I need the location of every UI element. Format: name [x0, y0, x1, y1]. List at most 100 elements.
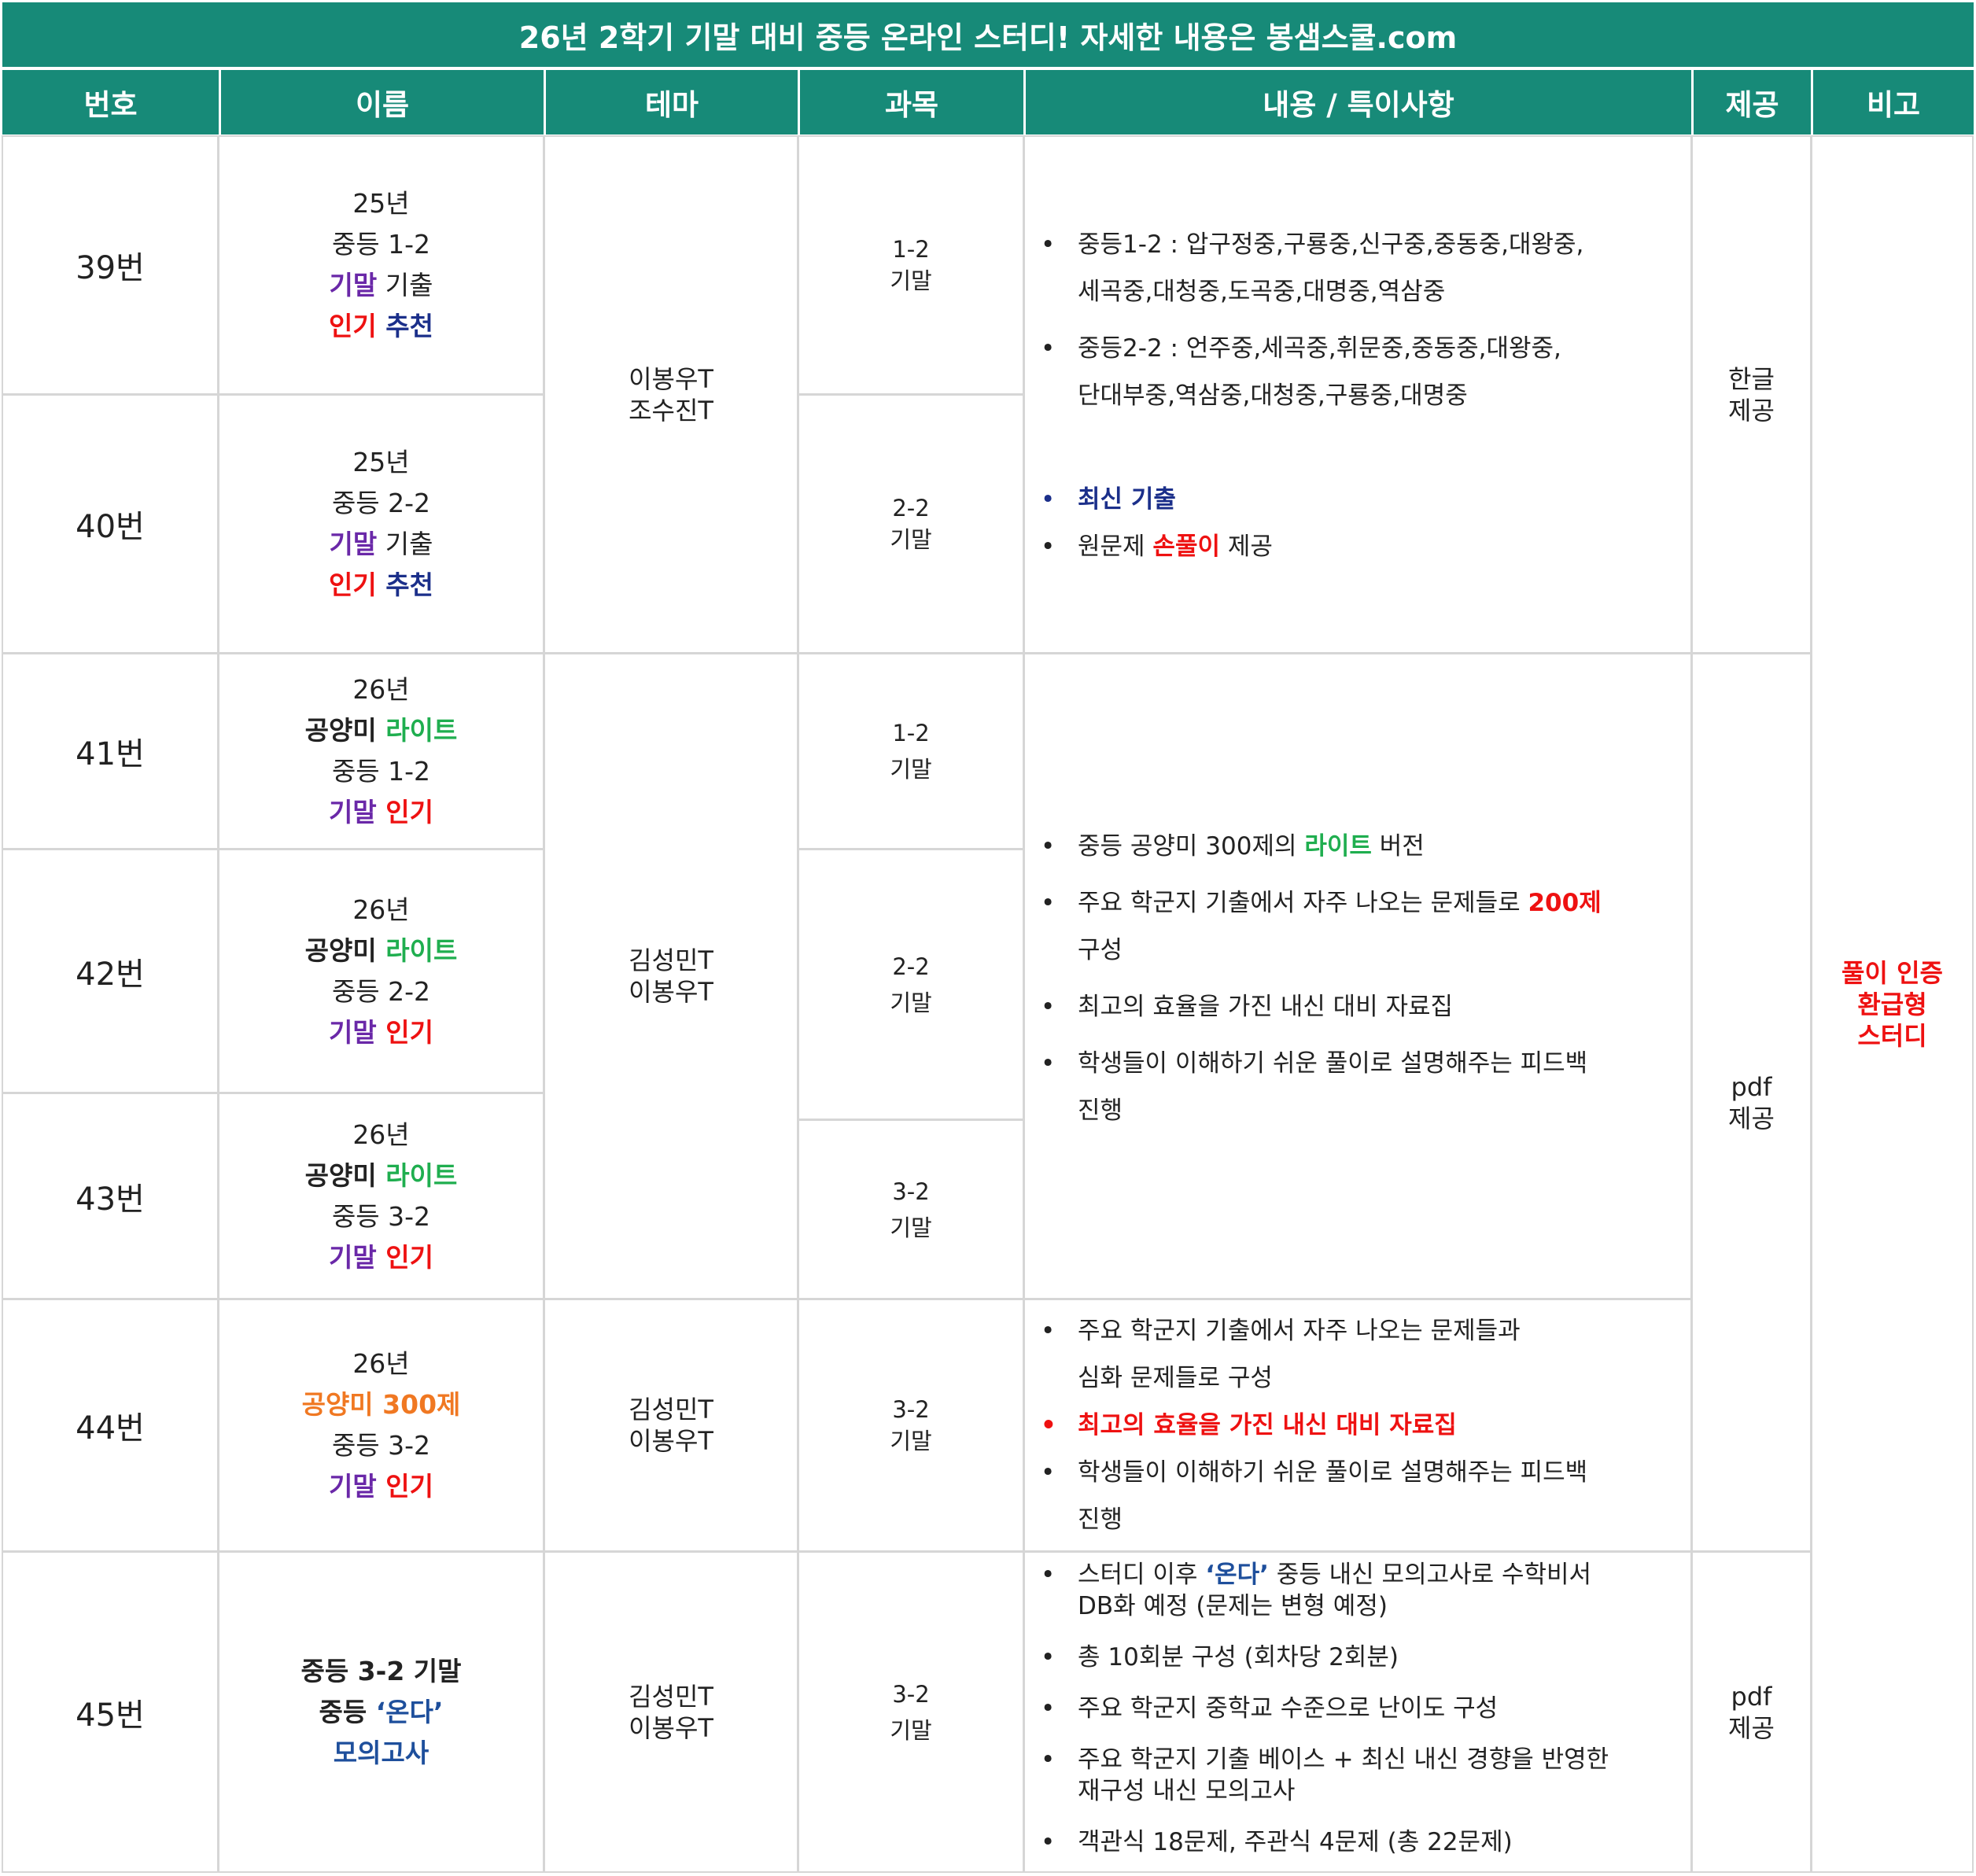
content-item: 주요 학군지 기출에서 자주 나오는 문제들로 200제구성 — [1025, 879, 1690, 974]
subject-grade: 2-2 — [892, 953, 930, 980]
subject-row-41: 1-2 기말 — [798, 653, 1024, 850]
teacher-group-2: 김성민T 이봉우T — [544, 653, 798, 1299]
name-exam-type: 기출 — [377, 529, 433, 559]
name-exam-type: 기출 — [377, 270, 433, 300]
subject-row-45: 3-2 기말 — [798, 1551, 1024, 1873]
content-item: 스터디 이후 ‘온다’ 중등 내신 모의고사로 수학비서DB화 예정 (문제는 … — [1025, 1559, 1690, 1622]
row-number-43: 43번 — [2, 1093, 219, 1299]
name-recommend: 추천 — [376, 569, 433, 600]
name-popular: 인기 — [329, 569, 377, 600]
content-item: 중등2-2 : 언주중,세곡중,휘문중,중동중,대왕중,단대부중,역삼중,대청중… — [1025, 325, 1690, 419]
banner-title: 26년 2학기 기말 대비 중등 온라인 스터디! 자세한 내용은 봉샘스쿨.c… — [2, 2, 1974, 67]
subject-grade: 3-2 — [892, 1178, 930, 1205]
provide-label: 제공 — [1728, 1712, 1775, 1743]
content-item: 중등 공양미 300제의 라이트 버전 — [1025, 823, 1690, 870]
name-popular: 인기 — [329, 311, 377, 341]
header-number: 번호 — [2, 70, 219, 135]
provide-group-1: 한글 제공 — [1691, 135, 1812, 654]
content-item: 주요 학군지 중학교 수준으로 난이도 구성 — [1025, 1693, 1690, 1724]
subject-exam: 기말 — [890, 267, 932, 294]
header-name: 이름 — [221, 70, 544, 135]
name-year: 26년 — [352, 1348, 410, 1379]
content-item: 총 10회분 구성 (회차당 2회분) — [1025, 1642, 1690, 1673]
name-year: 26년 — [352, 894, 410, 925]
content-item: 학생들이 이해하기 쉬운 풀이로 설명해주는 피드백진행 — [1025, 1040, 1690, 1134]
name-exam: 기말 — [329, 270, 378, 300]
subject-row-40: 2-2 기말 — [798, 394, 1024, 654]
row-name-40: 25년 중등 2-2 기말 기출 인기 추천 — [218, 394, 544, 654]
provide-format: pdf — [1731, 1071, 1772, 1102]
provide-label: 제공 — [1728, 1103, 1775, 1133]
provide-label: 제공 — [1728, 395, 1775, 426]
name-grade: 중등 3-2 — [331, 1200, 431, 1232]
content-item: 객관식 18문제, 주관식 4문제 (총 22문제) — [1025, 1826, 1690, 1858]
note-refund-study: 풀이 인증 환급형 스터디 — [1811, 135, 1974, 1873]
subject-row-44: 3-2 기말 — [798, 1299, 1024, 1552]
name-book: 공양미 — [304, 934, 386, 966]
provide-group-2: pdf 제공 — [1691, 653, 1812, 1552]
content-item: 주요 학군지 기출에서 자주 나오는 문제들과심화 문제들로 구성 — [1025, 1307, 1690, 1402]
content-item: 주요 학군지 기출 베이스 + 최신 내신 경향을 반영한재구성 내신 모의고사 — [1025, 1744, 1690, 1807]
name-book-lite: 라이트 — [385, 715, 458, 746]
name-book-lite: 라이트 — [385, 934, 458, 966]
row-number-40: 40번 — [2, 394, 219, 654]
subject-grade: 3-2 — [892, 1396, 930, 1423]
name-book-lite: 라이트 — [385, 1159, 458, 1191]
teacher-row-44: 김성민T 이봉우T — [544, 1299, 798, 1552]
name-onda: ‘온다’ — [375, 1696, 444, 1727]
subject-row-42: 2-2 기말 — [798, 849, 1024, 1120]
header-subject: 과목 — [800, 70, 1023, 135]
name-popular: 인기 — [376, 797, 433, 827]
row-number-39: 39번 — [2, 135, 219, 395]
teacher-name: 이봉우T — [629, 977, 713, 1007]
subject-grade: 1-2 — [892, 720, 930, 746]
name-popular: 인기 — [376, 1016, 433, 1048]
name-exam: 기말 — [329, 1016, 377, 1048]
teacher-name: 이봉우T — [629, 1426, 713, 1456]
teacher-name: 김성민T — [629, 1395, 713, 1425]
name-year: 25년 — [352, 188, 410, 219]
content-row-45: 스터디 이후 ‘온다’ 중등 내신 모의고사로 수학비서DB화 예정 (문제는 … — [1023, 1551, 1692, 1873]
teacher-group-1: 이봉우T 조수진T — [544, 135, 798, 654]
content-item: 최고의 효율을 가진 내신 대비 자료집 — [1025, 983, 1690, 1030]
name-book: 공양미 — [304, 1159, 386, 1191]
subject-grade: 2-2 — [892, 495, 930, 522]
row-number-44: 44번 — [2, 1299, 219, 1552]
row-number-45: 45번 — [2, 1551, 219, 1873]
name-grade: 중등 — [319, 1696, 376, 1727]
content-item: 최고의 효율을 가진 내신 대비 자료집 — [1025, 1402, 1690, 1449]
provide-format: 한글 — [1728, 363, 1775, 394]
name-mock-exam: 모의고사 — [333, 1737, 429, 1768]
row-number-41: 41번 — [2, 653, 219, 850]
teacher-name: 이봉우T — [629, 363, 713, 394]
name-exam: 기말 — [329, 529, 378, 559]
header-theme: 테마 — [546, 70, 798, 135]
header-content: 내용 / 특이사항 — [1026, 70, 1691, 135]
name-title: 중등 3-2 기말 — [300, 1655, 462, 1686]
row-name-42: 26년 공양미 라이트 중등 2-2 기말 인기 — [218, 849, 544, 1093]
header-provide: 제공 — [1694, 70, 1811, 135]
row-name-41: 26년 공양미 라이트 중등 1-2 기말 인기 — [218, 653, 544, 850]
name-grade: 중등 1-2 — [331, 229, 431, 260]
subject-exam: 기말 — [890, 526, 932, 553]
subject-exam: 기말 — [890, 756, 932, 783]
teacher-name: 이봉우T — [629, 1712, 713, 1743]
subject-exam: 기말 — [890, 1214, 932, 1241]
row-name-45: 중등 3-2 기말 중등 ‘온다’ 모의고사 — [218, 1551, 544, 1873]
name-year: 26년 — [352, 674, 410, 705]
name-grade: 중등 2-2 — [331, 488, 431, 518]
teacher-row-45: 김성민T 이봉우T — [544, 1551, 798, 1873]
content-item: 최신 기출 — [1025, 476, 1690, 523]
subject-row-43: 3-2 기말 — [798, 1119, 1024, 1299]
note-line: 스터디 — [1857, 1020, 1927, 1051]
name-grade: 중등 3-2 — [331, 1430, 431, 1461]
subject-grade: 3-2 — [892, 1680, 930, 1708]
row-name-43: 26년 공양미 라이트 중등 3-2 기말 인기 — [218, 1093, 544, 1299]
teacher-name: 조수진T — [629, 395, 713, 426]
name-grade: 중등 2-2 — [331, 975, 431, 1007]
name-popular: 인기 — [376, 1471, 433, 1502]
name-exam: 기말 — [329, 1241, 377, 1273]
name-year: 25년 — [352, 447, 410, 477]
note-line: 환급형 — [1857, 989, 1927, 1019]
content-item: 중등1-2 : 압구정중,구룡중,신구중,중동중,대왕중,세곡중,대청중,도곡중… — [1025, 221, 1690, 315]
